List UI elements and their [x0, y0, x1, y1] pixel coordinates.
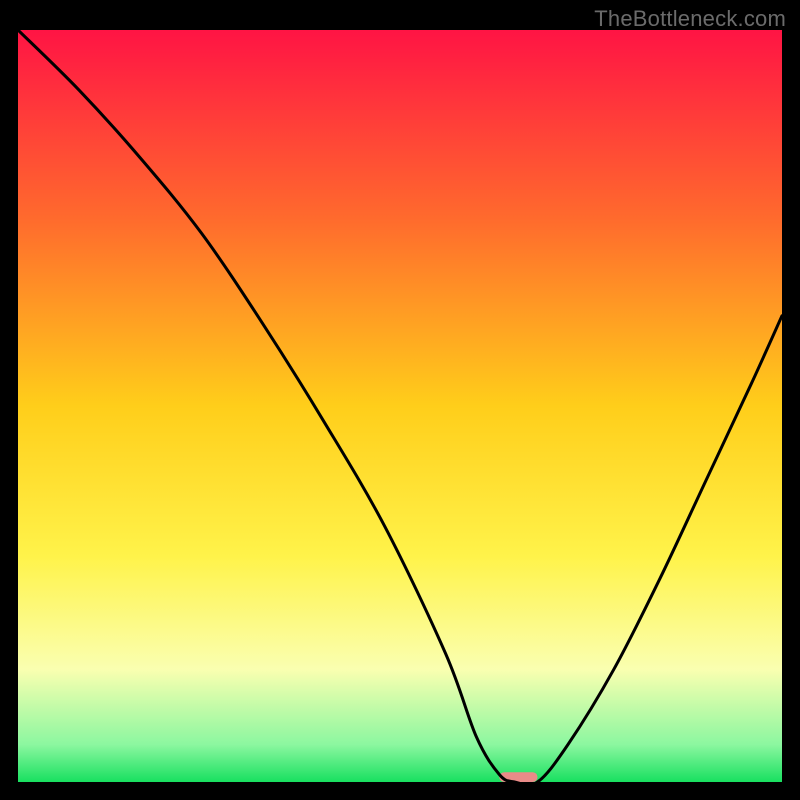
plot-area — [18, 30, 782, 782]
gradient-background — [18, 30, 782, 782]
bottleneck-chart — [18, 30, 782, 782]
watermark-text: TheBottleneck.com — [594, 6, 786, 32]
chart-frame: TheBottleneck.com — [0, 0, 800, 800]
